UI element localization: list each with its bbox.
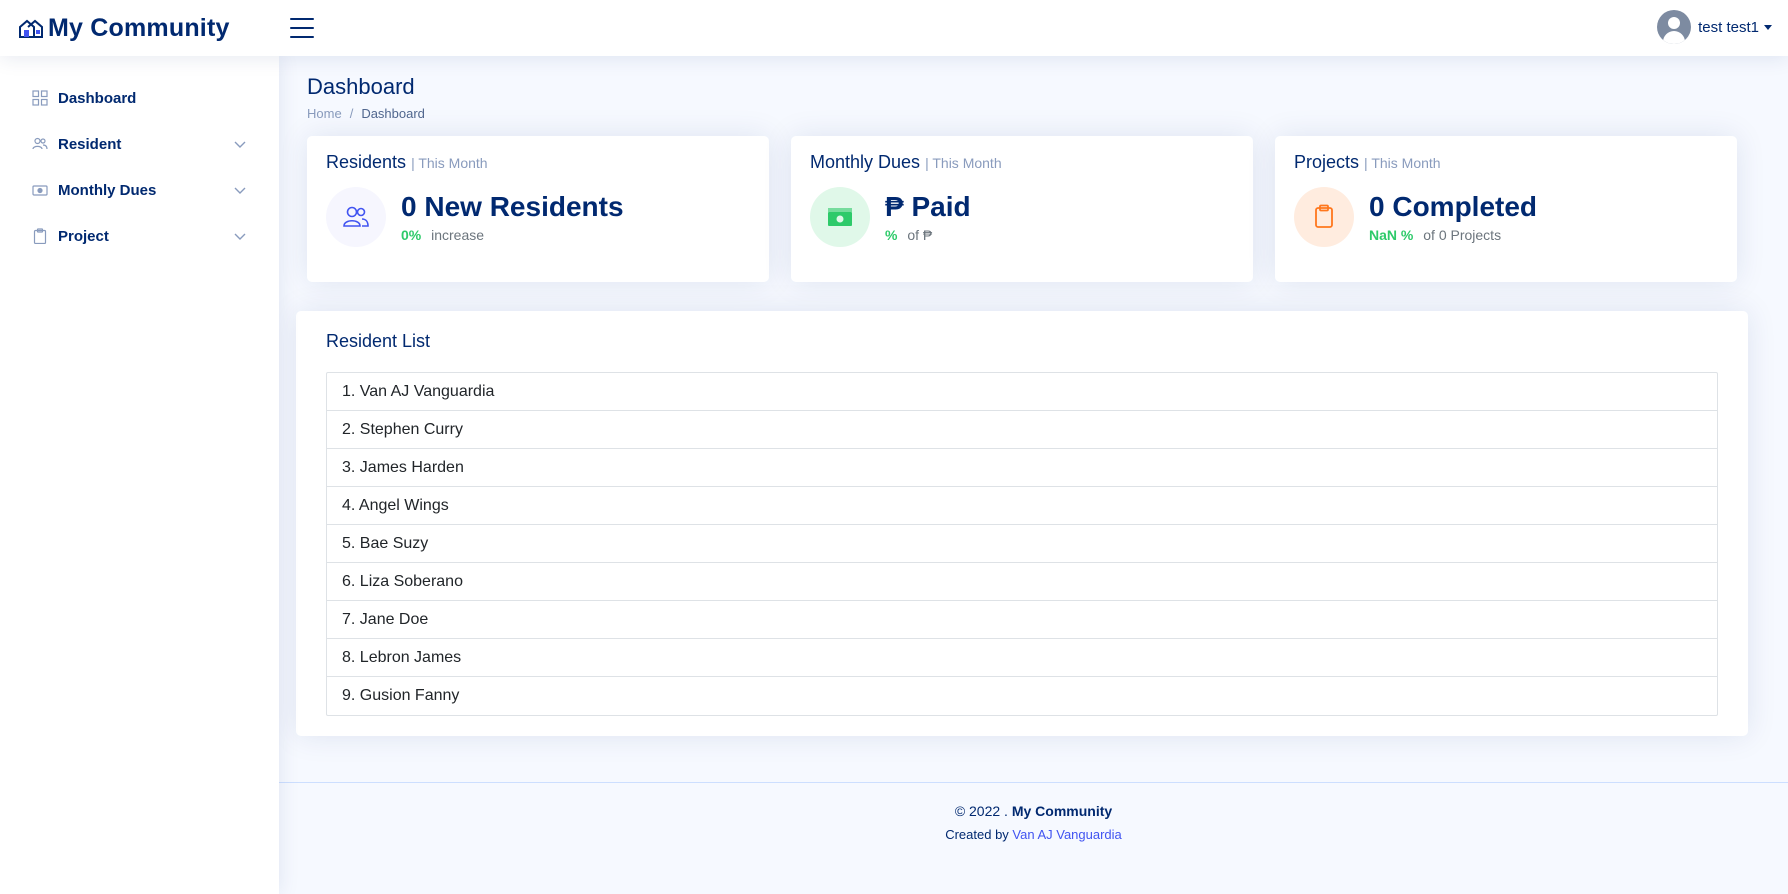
list-item[interactable]: 2. Stephen Curry (327, 411, 1717, 449)
percent-value: 0% (401, 227, 422, 243)
card-period: | This Month (1364, 155, 1441, 171)
sidebar-item-label: Project (58, 227, 109, 245)
percent-value: % (885, 227, 898, 243)
residents-card: Residents | This Month 0 New Residents 0… (307, 136, 769, 282)
cash-icon (32, 185, 48, 196)
profile-name: test test1 (1698, 18, 1759, 36)
main-content: Dashboard Home / Dashboard Residents | T… (279, 56, 1788, 894)
card-title: Projects | This Month (1294, 152, 1718, 173)
footer-brand: My Community (1011, 803, 1113, 819)
people-icon (326, 187, 386, 247)
card-period: | This Month (411, 155, 488, 171)
breadcrumb-current: Dashboard (361, 106, 425, 121)
sidebar-item-monthly-dues[interactable]: Monthly Dues (20, 168, 259, 212)
chevron-down-icon (234, 187, 246, 194)
chevron-down-icon (234, 141, 246, 148)
card-title-text: Projects (1294, 152, 1360, 172)
list-item[interactable]: 7. Jane Doe (327, 601, 1717, 639)
page-title-block: Dashboard Home / Dashboard (307, 74, 425, 121)
profile-dropdown[interactable]: test test1 (1657, 10, 1772, 44)
page-title: Dashboard (307, 74, 415, 99)
percent-desc: of ₱ (907, 227, 933, 243)
card-title: Monthly Dues | This Month (810, 152, 1234, 173)
clipboard-icon (33, 228, 47, 244)
people-icon (32, 137, 48, 150)
copyright-text: © 2022 . (954, 803, 1012, 819)
sidebar-item-label: Dashboard (58, 89, 137, 107)
sidebar-item-label: Resident (58, 135, 122, 153)
cash-icon (810, 187, 870, 247)
clipboard-icon (1294, 187, 1354, 247)
dues-paid-value: ₱ Paid (885, 191, 971, 222)
community-logo-icon (19, 19, 43, 38)
menu-bar-icon (290, 27, 314, 29)
sidebar-item-resident[interactable]: Resident (20, 122, 259, 166)
grid-icon (32, 90, 48, 106)
list-item[interactable]: 9. Gusion Fanny (327, 677, 1717, 715)
sidebar-item-label: Monthly Dues (58, 181, 157, 199)
top-header: My Community test test1 (0, 0, 1788, 56)
list-item[interactable]: 3. James Harden (327, 449, 1717, 487)
list-item[interactable]: 5. Bae Suzy (327, 525, 1717, 563)
card-title-text: Monthly Dues (810, 152, 921, 172)
brand-name: My Community (48, 13, 230, 42)
chevron-down-icon (234, 233, 246, 240)
credits: Created by Van AJ Vanguardia (279, 827, 1788, 842)
caret-down-icon (1764, 24, 1772, 30)
menu-bar-icon (290, 36, 314, 38)
percent-desc: increase (431, 227, 485, 243)
projects-card: Projects | This Month 0 Completed NaN % … (1275, 136, 1737, 282)
author-link[interactable]: Van AJ Vanguardia (1012, 827, 1121, 842)
projects-completed-count: 0 Completed (1369, 191, 1538, 222)
resident-list-card: Resident List 1. Van AJ Vanguardia 2. St… (296, 311, 1748, 736)
brand-logo[interactable]: My Community (18, 14, 290, 43)
sidebar-item-project[interactable]: Project (20, 214, 259, 258)
user-avatar-icon (1657, 10, 1692, 44)
footer: © 2022 . My Community Created by Van AJ … (279, 782, 1788, 894)
monthly-dues-card: Monthly Dues | This Month ₱ Paid % of ₱ (791, 136, 1253, 282)
credits-text: Created by (945, 827, 1013, 842)
list-item[interactable]: 4. Angel Wings (327, 487, 1717, 525)
percent-desc: of 0 Projects (1423, 227, 1502, 243)
resident-list: 1. Van AJ Vanguardia 2. Stephen Curry 3.… (326, 372, 1718, 716)
new-residents-count: 0 New Residents (401, 191, 624, 222)
breadcrumb-separator: / (349, 106, 354, 121)
menu-bar-icon (290, 18, 314, 20)
breadcrumb: Home / Dashboard (307, 106, 425, 121)
percent-value: NaN % (1369, 227, 1414, 243)
breadcrumb-home-link[interactable]: Home (307, 106, 342, 121)
sidebar-item-dashboard[interactable]: Dashboard (20, 76, 259, 120)
card-period: | This Month (925, 155, 1002, 171)
copyright: © 2022 . My Community (279, 803, 1788, 819)
resident-list-title: Resident List (326, 331, 431, 351)
list-item[interactable]: 6. Liza Soberano (327, 563, 1717, 601)
list-item[interactable]: 8. Lebron James (327, 639, 1717, 677)
sidebar-toggle-button[interactable] (290, 18, 314, 38)
card-title-text: Residents (326, 152, 407, 172)
card-title: Residents | This Month (326, 152, 750, 173)
sidebar: Dashboard Resident Monthly Dues Project (0, 56, 279, 894)
list-item[interactable]: 1. Van AJ Vanguardia (327, 373, 1717, 411)
